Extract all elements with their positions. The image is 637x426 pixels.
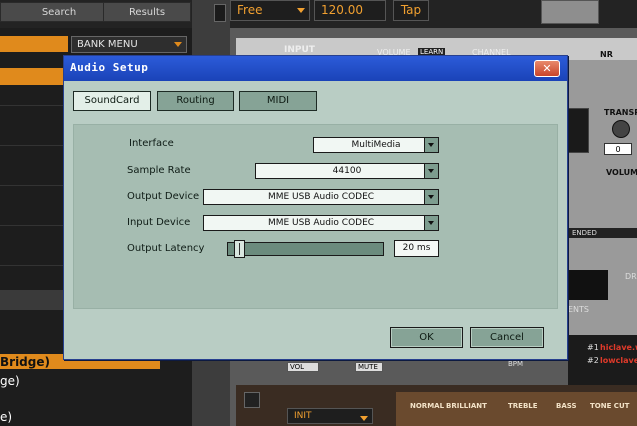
ok-button[interactable]: OK xyxy=(390,327,463,348)
tap-button[interactable]: Tap xyxy=(393,0,429,21)
output-latency-label: Output Latency xyxy=(127,243,205,254)
ents-label: ENTS xyxy=(568,305,590,314)
volume-label: VOLUM xyxy=(606,168,637,177)
latency-readout: 20 ms xyxy=(394,240,439,257)
input-device-select[interactable]: MME USB Audio CODEC xyxy=(203,215,439,231)
input-device-label: Input Device xyxy=(127,217,191,228)
sample-name[interactable]: hiclave.w xyxy=(600,343,637,352)
slot-tag: #1 xyxy=(587,343,599,352)
list-item[interactable]: e) xyxy=(0,410,12,424)
normal-label: NORMAL xyxy=(410,402,445,410)
bank-selector-bar[interactable] xyxy=(0,36,68,52)
bank-menu-dropdown[interactable]: BANK MENU xyxy=(71,36,187,53)
transport-grid[interactable] xyxy=(541,0,599,24)
dr-label: DR xyxy=(625,272,637,281)
input-device-value: MME USB Audio CODEC xyxy=(267,218,375,228)
tab-routing[interactable]: Routing xyxy=(157,91,234,111)
amp-preset-label: INIT xyxy=(294,411,312,421)
slot-tag: #2 xyxy=(587,356,599,365)
module-toggle[interactable] xyxy=(244,392,260,408)
dialog-titlebar[interactable]: Audio Setup ✕ xyxy=(64,56,567,81)
tempo-field[interactable]: 120.00 xyxy=(314,0,386,21)
latency-slider-handle[interactable] xyxy=(234,240,246,258)
output-device-select[interactable]: MME USB Audio CODEC xyxy=(203,189,439,205)
bass-label: BASS xyxy=(556,402,577,410)
tone-cut-label: TONE CUT xyxy=(590,402,630,410)
chevron-down-icon xyxy=(174,42,182,47)
transpose-knob[interactable] xyxy=(612,120,630,138)
led-display xyxy=(568,108,589,153)
output-device-label: Output Device xyxy=(127,191,200,202)
chevron-down-icon xyxy=(424,138,438,152)
transpose-label: TRANSPO xyxy=(604,108,637,117)
mute-button[interactable]: MUTE xyxy=(355,362,383,372)
ended-label: ENDED xyxy=(568,228,637,238)
soundcard-settings-panel: Interface MultiMedia Sample Rate 44100 O… xyxy=(73,124,558,309)
vol-button[interactable]: VOL xyxy=(287,362,319,372)
close-button[interactable]: ✕ xyxy=(534,60,560,77)
sync-mode-label: Free xyxy=(237,3,263,17)
bank-menu-label: BANK MENU xyxy=(77,39,138,50)
interface-select[interactable]: MultiMedia xyxy=(313,137,439,153)
search-tab[interactable]: Search xyxy=(0,2,118,22)
list-item[interactable]: Bridge) xyxy=(0,355,50,369)
sample-rate-value: 44100 xyxy=(332,166,362,176)
cancel-button[interactable]: Cancel xyxy=(470,327,544,348)
output-device-value: MME USB Audio CODEC xyxy=(267,192,375,202)
amp-preset-dropdown[interactable]: INIT xyxy=(287,408,373,424)
chevron-down-icon xyxy=(424,164,438,178)
interface-label: Interface xyxy=(129,138,174,149)
sample-name[interactable]: lowclave. xyxy=(600,356,637,365)
brilliant-label: BRILLIANT xyxy=(446,402,487,410)
transpose-value: 0 xyxy=(604,143,632,155)
input-label: INPUT xyxy=(284,45,315,55)
sync-mode-dropdown[interactable]: Free xyxy=(230,0,310,21)
bpm-label: BPM xyxy=(508,360,524,368)
audio-setup-dialog: Audio Setup ✕ SoundCard Routing MIDI Int… xyxy=(63,55,568,360)
chevron-down-icon xyxy=(297,8,305,13)
treble-label: TREBLE xyxy=(508,402,538,410)
display-panel xyxy=(568,270,608,300)
dialog-title: Audio Setup xyxy=(70,61,149,74)
results-tab[interactable]: Results xyxy=(103,2,191,22)
tab-soundcard[interactable]: SoundCard xyxy=(73,91,151,111)
sample-rate-select[interactable]: 44100 xyxy=(255,163,439,179)
sample-rate-label: Sample Rate xyxy=(127,165,191,176)
list-item[interactable]: ge) xyxy=(0,374,20,388)
chevron-down-icon xyxy=(360,416,368,421)
scroll-handle[interactable] xyxy=(214,4,226,22)
interface-value: MultiMedia xyxy=(351,140,401,150)
output-latency-slider[interactable] xyxy=(227,242,384,256)
tab-midi[interactable]: MIDI xyxy=(239,91,317,111)
chevron-down-icon xyxy=(424,190,438,204)
chevron-down-icon xyxy=(424,216,438,230)
nr-label: NR xyxy=(600,50,613,59)
